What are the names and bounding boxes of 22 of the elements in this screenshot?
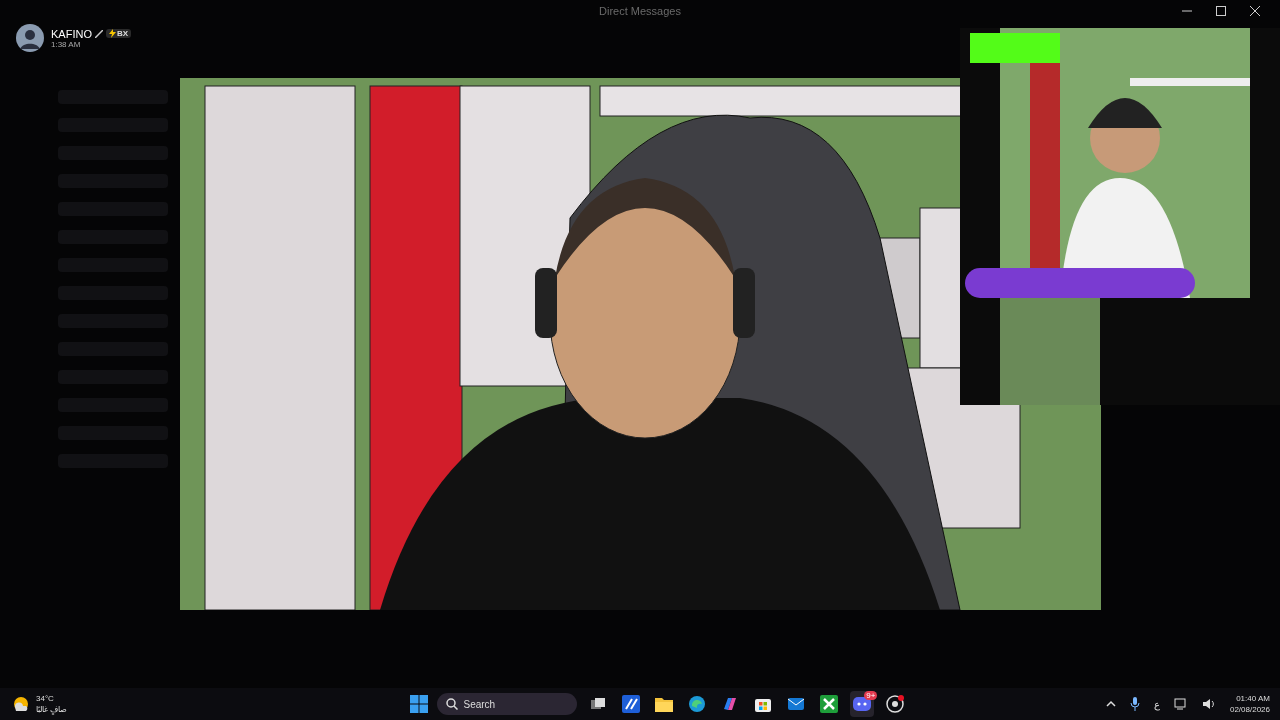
- taskbar-app[interactable]: 9+: [850, 691, 875, 717]
- chevron-up-icon[interactable]: [1105, 700, 1116, 708]
- search-field[interactable]: Search: [437, 693, 578, 715]
- speaker-icon[interactable]: [1201, 698, 1216, 710]
- start-icon[interactable]: [410, 695, 429, 713]
- avatar: [16, 24, 44, 52]
- temperature: 34°C: [36, 693, 55, 704]
- clock[interactable]: 01:40 AM 02/08/2026: [1229, 693, 1270, 715]
- maximize-icon[interactable]: [1216, 6, 1226, 16]
- weather-condition: صافٍ غالبًا: [36, 704, 68, 715]
- weather-icon[interactable]: [12, 695, 30, 713]
- notification-badge: 9+: [864, 691, 878, 700]
- lightning-icon: [108, 29, 116, 38]
- timestamp: 1:38 AM: [51, 39, 82, 49]
- user-name: KAFINO: [51, 27, 92, 40]
- window-title: Direct Messages: [599, 5, 681, 17]
- input-language[interactable]: ع: [1153, 698, 1160, 710]
- network-icon[interactable]: [1173, 698, 1188, 710]
- mail-icon: [787, 695, 806, 713]
- close-icon[interactable]: [1250, 6, 1260, 16]
- microphone-icon[interactable]: [1129, 697, 1140, 711]
- user-tag: BX: [105, 29, 132, 38]
